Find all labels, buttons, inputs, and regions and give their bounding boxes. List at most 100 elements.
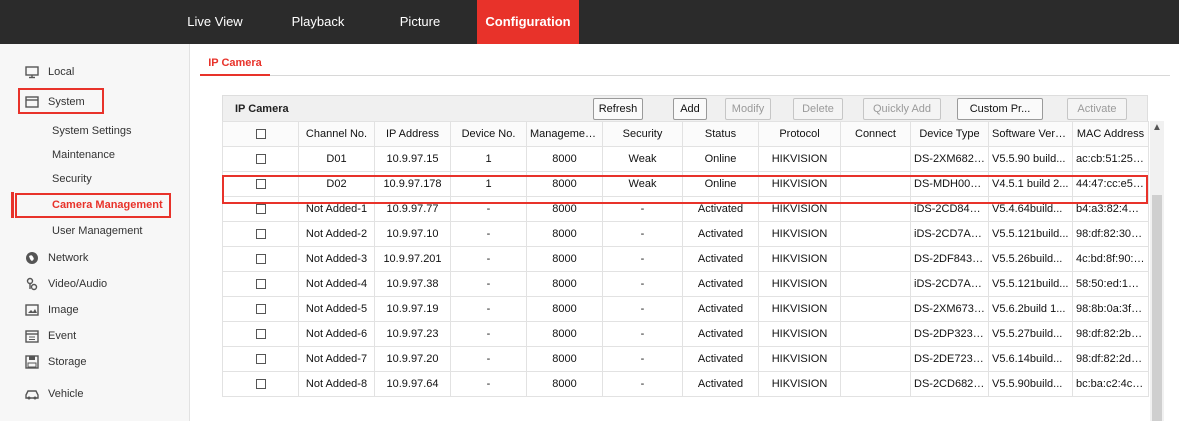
column-header[interactable]: Status <box>682 121 759 147</box>
row-checkbox[interactable] <box>222 196 299 222</box>
sidebar-item-local[interactable]: Local <box>0 60 190 84</box>
sidebar-subitem-security[interactable]: Security <box>52 168 92 190</box>
nav-live-view[interactable]: Live View <box>180 0 250 44</box>
cell-security: - <box>602 296 683 322</box>
quickly-add-button[interactable]: Quickly Add <box>863 98 941 120</box>
cell-ip: 10.9.97.64 <box>374 371 451 397</box>
cell-ip: 10.9.97.38 <box>374 271 451 297</box>
table-row[interactable]: Not Added-6 10.9.97.23-8000- Activated HIKV… <box>222 321 1149 347</box>
cell-port: 8000 <box>526 321 603 347</box>
cell-software: V5.5.26build... <box>988 246 1073 272</box>
sidebar-subitem-system-settings[interactable]: System Settings <box>52 120 131 142</box>
row-checkbox[interactable] <box>222 171 299 197</box>
sidebar-item-video-audio[interactable]: Video/Audio <box>0 272 190 296</box>
row-checkbox[interactable] <box>222 146 299 172</box>
sidebar-item-vehicle[interactable]: Vehicle <box>0 382 190 406</box>
sidebar-item-image[interactable]: Image <box>0 298 190 322</box>
cell-protocol: HIKVISION <box>758 296 841 322</box>
cell-connect <box>840 296 911 322</box>
column-header[interactable]: MAC Address <box>1072 121 1149 147</box>
nav-playback[interactable]: Playback <box>283 0 353 44</box>
sidebar-item-label: Vehicle <box>48 388 84 400</box>
table-row[interactable]: D01 10.9.97.15 1 8000 Weak Online HIKVISION DS-… <box>222 146 1149 172</box>
cell-software: V5.5.121build... <box>988 221 1073 247</box>
cell-software: V5.5.27build... <box>988 321 1073 347</box>
column-header[interactable]: Security <box>602 121 683 147</box>
row-checkbox[interactable] <box>222 271 299 297</box>
select-all-checkbox[interactable] <box>222 121 299 147</box>
sidebar-item-label: Local <box>48 66 75 78</box>
cell-mac: 58:50:ed:16:7... <box>1072 271 1149 297</box>
vehicle-icon <box>24 386 40 402</box>
sidebar-item-network[interactable]: Network <box>0 246 190 270</box>
delete-button[interactable]: Delete <box>793 98 843 120</box>
sidebar-item-event[interactable]: Event <box>0 324 190 348</box>
column-header[interactable]: Software Vers... <box>988 121 1073 147</box>
row-checkbox[interactable] <box>222 371 299 397</box>
row-checkbox[interactable] <box>222 221 299 247</box>
row-checkbox[interactable] <box>222 246 299 272</box>
table-row[interactable]: Not Added-7 10.9.97.20-8000- Activated HIKV… <box>222 346 1149 372</box>
vertical-scrollbar[interactable]: ▲ <box>1150 121 1164 421</box>
table-row[interactable]: Not Added-2 10.9.97.10-8000- Activated HIKV… <box>222 221 1149 247</box>
column-header[interactable]: Connect <box>840 121 911 147</box>
cell-mac: 4c:bd:8f:90:5... <box>1072 246 1149 272</box>
cell-connect <box>840 346 911 372</box>
nav-picture[interactable]: Picture <box>385 0 455 44</box>
column-header[interactable]: Device No. <box>450 121 527 147</box>
scroll-thumb[interactable] <box>1152 195 1162 421</box>
cell-status: Online <box>682 146 759 172</box>
table-row[interactable]: Not Added-3 10.9.97.201-8000- Activated HIK… <box>222 246 1149 272</box>
cell-port: 8000 <box>526 171 603 197</box>
table-row[interactable]: D02 10.9.97.178 1 8000 Weak Online HIKVISION DS… <box>222 171 1149 197</box>
table-row[interactable]: Not Added-8 10.9.97.64-8000- Activated HIKV… <box>222 371 1149 397</box>
cell-device-no: - <box>450 271 527 297</box>
cell-device-no: - <box>450 346 527 372</box>
cell-mac: 98:8b:0a:3f:3... <box>1072 296 1149 322</box>
cell-connect <box>840 271 911 297</box>
sidebar-subitem-user-management[interactable]: User Management <box>52 220 143 242</box>
cell-device-type: DS-2XM6825... <box>910 146 989 172</box>
modify-button[interactable]: Modify <box>725 98 771 120</box>
cell-ip: 10.9.97.20 <box>374 346 451 372</box>
cell-status: Online <box>682 171 759 197</box>
cell-device-no: 1 <box>450 146 527 172</box>
column-header[interactable]: Channel No. <box>298 121 375 147</box>
table-row[interactable]: Not Added-4 10.9.97.38-8000- Activated HIKV… <box>222 271 1149 297</box>
cell-security: Weak <box>602 171 683 197</box>
cell-channel: Not Added-6 <box>298 321 375 347</box>
cell-ip: 10.9.97.23 <box>374 321 451 347</box>
column-header[interactable]: IP Address <box>374 121 451 147</box>
activate-button[interactable]: Activate <box>1067 98 1127 120</box>
cell-security: - <box>602 271 683 297</box>
column-header[interactable]: Device Type <box>910 121 989 147</box>
refresh-button[interactable]: Refresh <box>593 98 643 120</box>
cell-protocol: HIKVISION <box>758 371 841 397</box>
sidebar-item-storage[interactable]: Storage <box>0 350 190 374</box>
row-checkbox[interactable] <box>222 296 299 322</box>
add-button[interactable]: Add <box>673 98 707 120</box>
scroll-up-icon[interactable]: ▲ <box>1150 121 1164 135</box>
row-checkbox[interactable] <box>222 321 299 347</box>
column-header[interactable]: Management... <box>526 121 603 147</box>
globe-icon <box>24 250 40 266</box>
row-checkbox[interactable] <box>222 346 299 372</box>
nav-configuration[interactable]: Configuration <box>477 0 579 44</box>
tab-ip-camera[interactable]: IP Camera <box>200 52 270 76</box>
column-header[interactable]: Protocol <box>758 121 841 147</box>
table-row[interactable]: Not Added-1 10.9.97.77-8000- Activated HIKV… <box>222 196 1149 222</box>
cell-status: Activated <box>682 221 759 247</box>
image-icon <box>24 302 40 318</box>
cell-port: 8000 <box>526 246 603 272</box>
custom-protocol-button[interactable]: Custom Pr... <box>957 98 1043 120</box>
cell-device-type: DS-MDH005-... <box>910 171 989 197</box>
cell-ip: 10.9.97.15 <box>374 146 451 172</box>
cell-device-no: - <box>450 246 527 272</box>
cell-device-no: - <box>450 196 527 222</box>
table-row[interactable]: Not Added-5 10.9.97.19-8000- Activated HIKV… <box>222 296 1149 322</box>
cell-channel: Not Added-1 <box>298 196 375 222</box>
cell-security: - <box>602 246 683 272</box>
cell-protocol: HIKVISION <box>758 321 841 347</box>
sidebar-subitem-maintenance[interactable]: Maintenance <box>52 144 115 166</box>
cell-channel: D02 <box>298 171 375 197</box>
